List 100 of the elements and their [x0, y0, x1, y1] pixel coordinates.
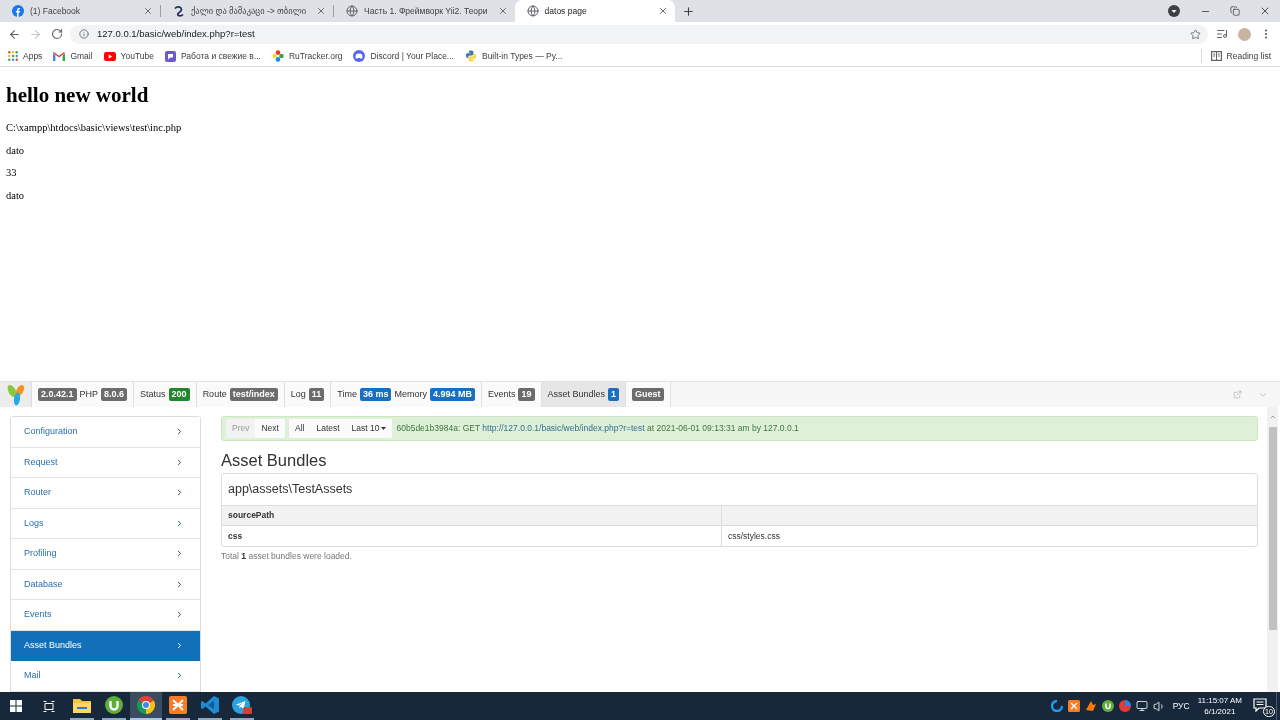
toolbar-badge: Guest [632, 388, 664, 401]
table-cell: css [228, 529, 243, 543]
browser-tab[interactable]: ქალი და მამაკაცი -> თბილი [161, 0, 334, 22]
back-icon[interactable] [8, 27, 21, 41]
bookmark[interactable]: Built-in Types — Py... [460, 47, 567, 65]
volume-icon[interactable] [1152, 699, 1166, 713]
toolbar-badge: 8.0.6 [101, 388, 128, 401]
filter-dropdown[interactable]: Last 10 [345, 419, 393, 438]
chevron-right-icon [175, 457, 184, 467]
chevron-right-icon [175, 671, 184, 681]
page-text: dato [6, 190, 26, 203]
toolbar-badge: 4.994 MB [429, 388, 475, 401]
toolbar-label: Log [290, 387, 306, 401]
bundle-name: app\assets\TestAssets [228, 481, 353, 499]
chat-logo-icon [353, 50, 366, 62]
app-logo-icon [201, 696, 219, 714]
chevron-right-icon [175, 610, 184, 620]
globe-icon [346, 5, 359, 17]
site-logo-icon [165, 50, 176, 62]
globe-icon [526, 5, 539, 17]
taskbar-app[interactable] [130, 692, 162, 720]
page-text: C:\xampp\htdocs\basic\views\test\inc.php [6, 122, 183, 134]
toolbar-label: Route [202, 387, 227, 401]
toolbar-label: Status [140, 387, 166, 401]
request-link[interactable]: http://127.0.0.1/basic/web/index.php?r=test [482, 423, 645, 434]
bookmark[interactable]: Apps [4, 47, 47, 65]
close-icon[interactable] [657, 6, 668, 16]
close-window-icon[interactable] [1259, 5, 1271, 17]
clock-button[interactable]: 11:15:07 AM 6/1/2021 [1193, 692, 1246, 720]
tray-app-icon[interactable] [1067, 700, 1080, 712]
toolbar-label: Events [487, 387, 516, 401]
url-text: 127.0.0.1/basic/web/index.php?r=test [97, 26, 255, 41]
apps-grid-icon [8, 51, 18, 61]
play-icon [103, 51, 116, 61]
site-logo-icon [12, 5, 24, 17]
reading-list-button[interactable]: Reading list [1207, 49, 1274, 63]
toolbar-label: Asset Bundles [547, 387, 606, 401]
bookmark[interactable]: Gmail [49, 47, 97, 65]
page-text: 33 [6, 167, 18, 180]
reload-icon[interactable] [51, 28, 63, 40]
bookmark[interactable]: YouTube [99, 47, 158, 65]
toolbar-label: PHP [79, 387, 99, 401]
task-view-icon[interactable] [43, 700, 55, 712]
reading-list-icon [1210, 51, 1222, 61]
request-summary: 60b5de1b3984a: GET http://127.0.0.1/basic/web/index.php?r=test at 2021-06-01 09:13:31 am by 127.0.0.1 [396, 422, 799, 435]
bookmark[interactable]: Discord | Your Place... [349, 47, 458, 65]
toolbar-badge: test/index [229, 388, 278, 401]
tray-app-icon[interactable] [1084, 700, 1097, 712]
app-logo-icon [105, 696, 123, 714]
toolbar-block[interactable]: Asset Bundles 1 [541, 382, 627, 407]
close-icon[interactable] [143, 6, 153, 16]
input-language[interactable]: РУС [1170, 699, 1192, 713]
notification-icon[interactable] [1253, 698, 1267, 712]
chevron-right-icon [175, 579, 184, 589]
address-bar[interactable]: 127.0.0.1/basic/web/index.php?r=test [70, 24, 1208, 44]
browser-tab[interactable]: datos page [514, 0, 675, 22]
tray-app-icon[interactable] [1101, 700, 1114, 712]
network-icon[interactable] [1135, 700, 1148, 712]
page-text: dato [6, 144, 26, 157]
nav-item[interactable]: Configuration [11, 417, 200, 448]
plus-icon[interactable] [681, 4, 695, 18]
pager-button[interactable]: Next [255, 419, 285, 438]
windows-start-icon[interactable] [10, 700, 22, 712]
folder-icon [73, 697, 91, 713]
restore-icon[interactable] [1230, 6, 1240, 16]
snake-logo-icon [464, 50, 477, 62]
filter-button[interactable]: Latest [310, 419, 346, 438]
paper-plane-icon [232, 696, 252, 714]
toolbar-badge: 200 [168, 388, 190, 401]
nav-item[interactable]: Asset Bundles [11, 630, 200, 661]
chevron-right-icon [175, 427, 184, 437]
browser-tab[interactable]: (1) Facebook [0, 0, 160, 22]
table-cell: css/styles.css [728, 529, 780, 543]
star-icon[interactable] [1190, 28, 1201, 40]
site-logo-icon [173, 5, 185, 17]
browser-logo-icon [137, 696, 155, 714]
media-controls-icon[interactable] [1216, 28, 1228, 40]
chevron-right-icon [175, 640, 184, 650]
site-logo-icon [271, 50, 284, 62]
toolbar-badge: 1 [608, 388, 620, 401]
toolbar-badge: 2.0.42.1 [38, 388, 77, 401]
scrollbar-thumb[interactable] [1268, 427, 1277, 630]
toolbar-badge: 19 [518, 388, 535, 401]
toolbar-label: Memory [394, 387, 427, 401]
app-logo-icon [169, 696, 187, 714]
close-icon[interactable] [316, 6, 327, 16]
toolbar-label: Time [337, 387, 357, 401]
chevron-right-icon [175, 518, 184, 528]
bundle-count-text: Total 1 asset bundles were loaded. [221, 550, 353, 563]
filter-button[interactable]: All [288, 419, 311, 438]
mail-icon [53, 51, 66, 61]
scrollbar[interactable] [1267, 407, 1278, 692]
browser-tab[interactable]: Часть 1. Фреймворк Yii2. Теори [334, 0, 515, 22]
panel-title: Asset Bundles [221, 450, 328, 470]
page-heading: hello new world [6, 82, 150, 108]
toolbar-badge: 36 ms [359, 388, 392, 401]
close-icon[interactable] [497, 6, 508, 16]
bookmark[interactable]: RuTracker.org [267, 47, 347, 65]
tab-search-icon[interactable] [1168, 5, 1180, 17]
bookmark[interactable]: Работа и свежие в... [161, 47, 265, 65]
